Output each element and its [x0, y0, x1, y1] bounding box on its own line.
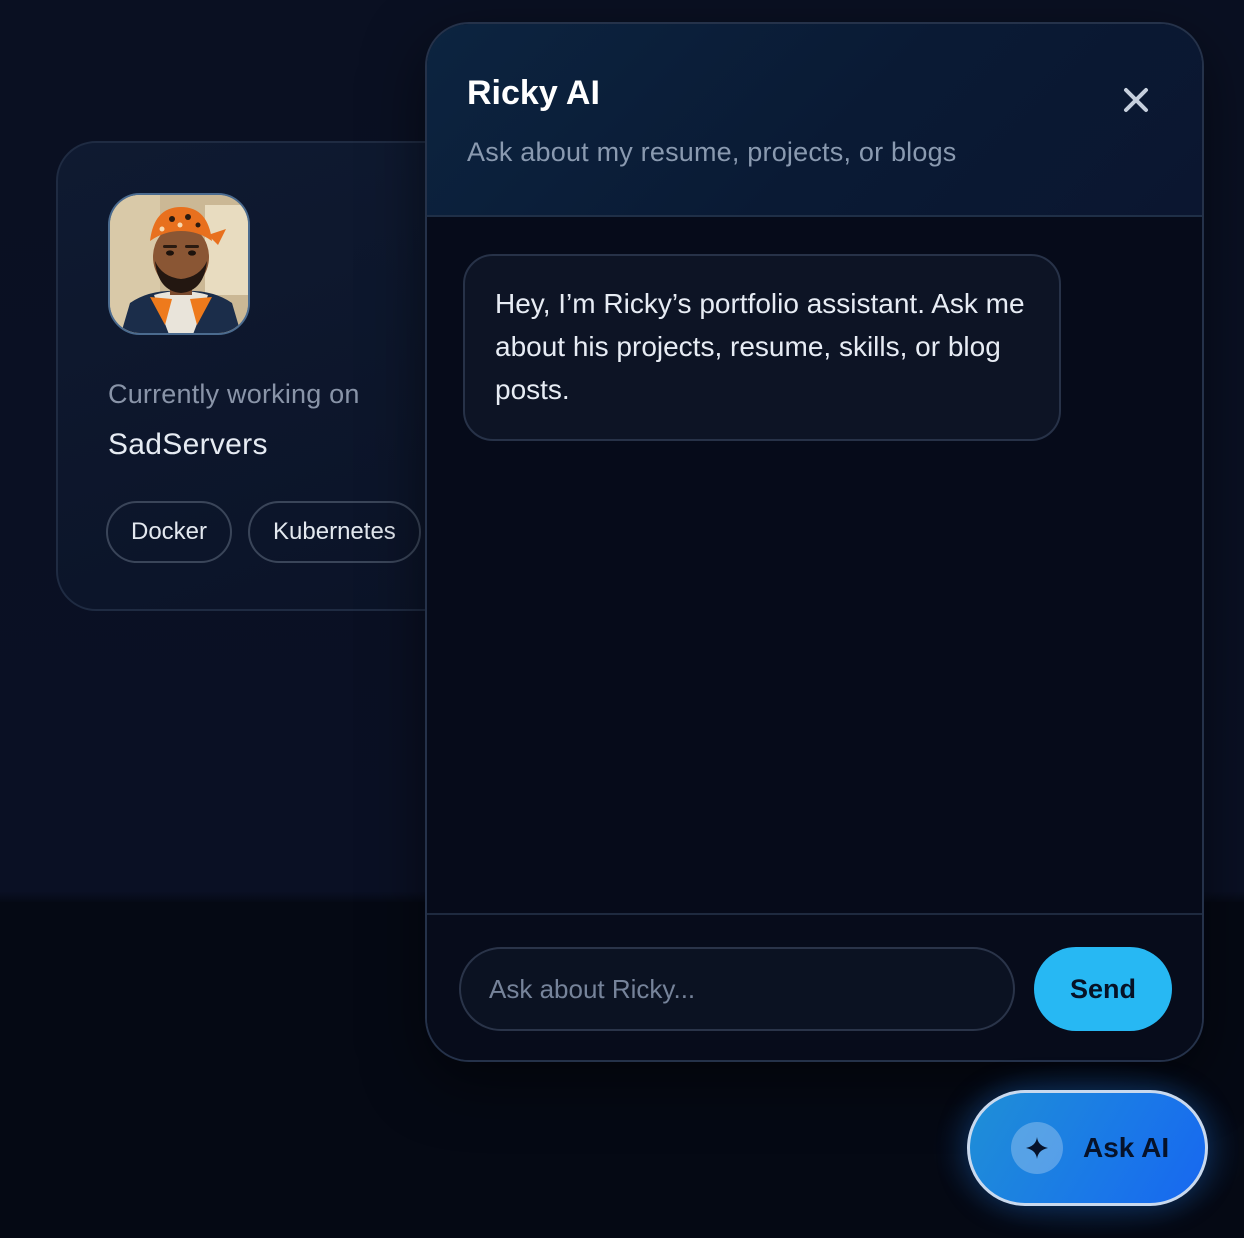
chat-header: Ricky AI Ask about my resume, projects, … [427, 24, 1202, 217]
ask-ai-button[interactable]: Ask AI [967, 1090, 1208, 1206]
message-list: Hey, I’m Ricky’s portfolio assistant. As… [427, 217, 1202, 913]
ask-ai-label: Ask AI [1083, 1132, 1170, 1163]
working-on-label: Currently working on [108, 379, 360, 409]
chat-panel: Ricky AI Ask about my resume, projects, … [425, 22, 1204, 1062]
tag-docker[interactable]: Docker [106, 501, 233, 563]
avatar-illustration [110, 195, 248, 333]
send-button[interactable]: Send [1034, 947, 1172, 1031]
sparkle-icon [1011, 1122, 1063, 1174]
chat-input[interactable] [459, 947, 1015, 1031]
close-button[interactable] [1118, 82, 1154, 118]
tag-kubernetes[interactable]: Kubernetes [248, 501, 421, 563]
close-icon [1124, 88, 1148, 112]
chat-title: Ricky AI [467, 74, 600, 112]
assistant-message: Hey, I’m Ricky’s portfolio assistant. As… [463, 254, 1061, 441]
chat-subtitle: Ask about my resume, projects, or blogs [467, 137, 957, 167]
working-on-value: SadServers [108, 428, 268, 461]
chat-composer: Send [427, 913, 1202, 1060]
skill-tags: Docker Kubernetes [106, 501, 421, 563]
avatar [108, 193, 250, 335]
